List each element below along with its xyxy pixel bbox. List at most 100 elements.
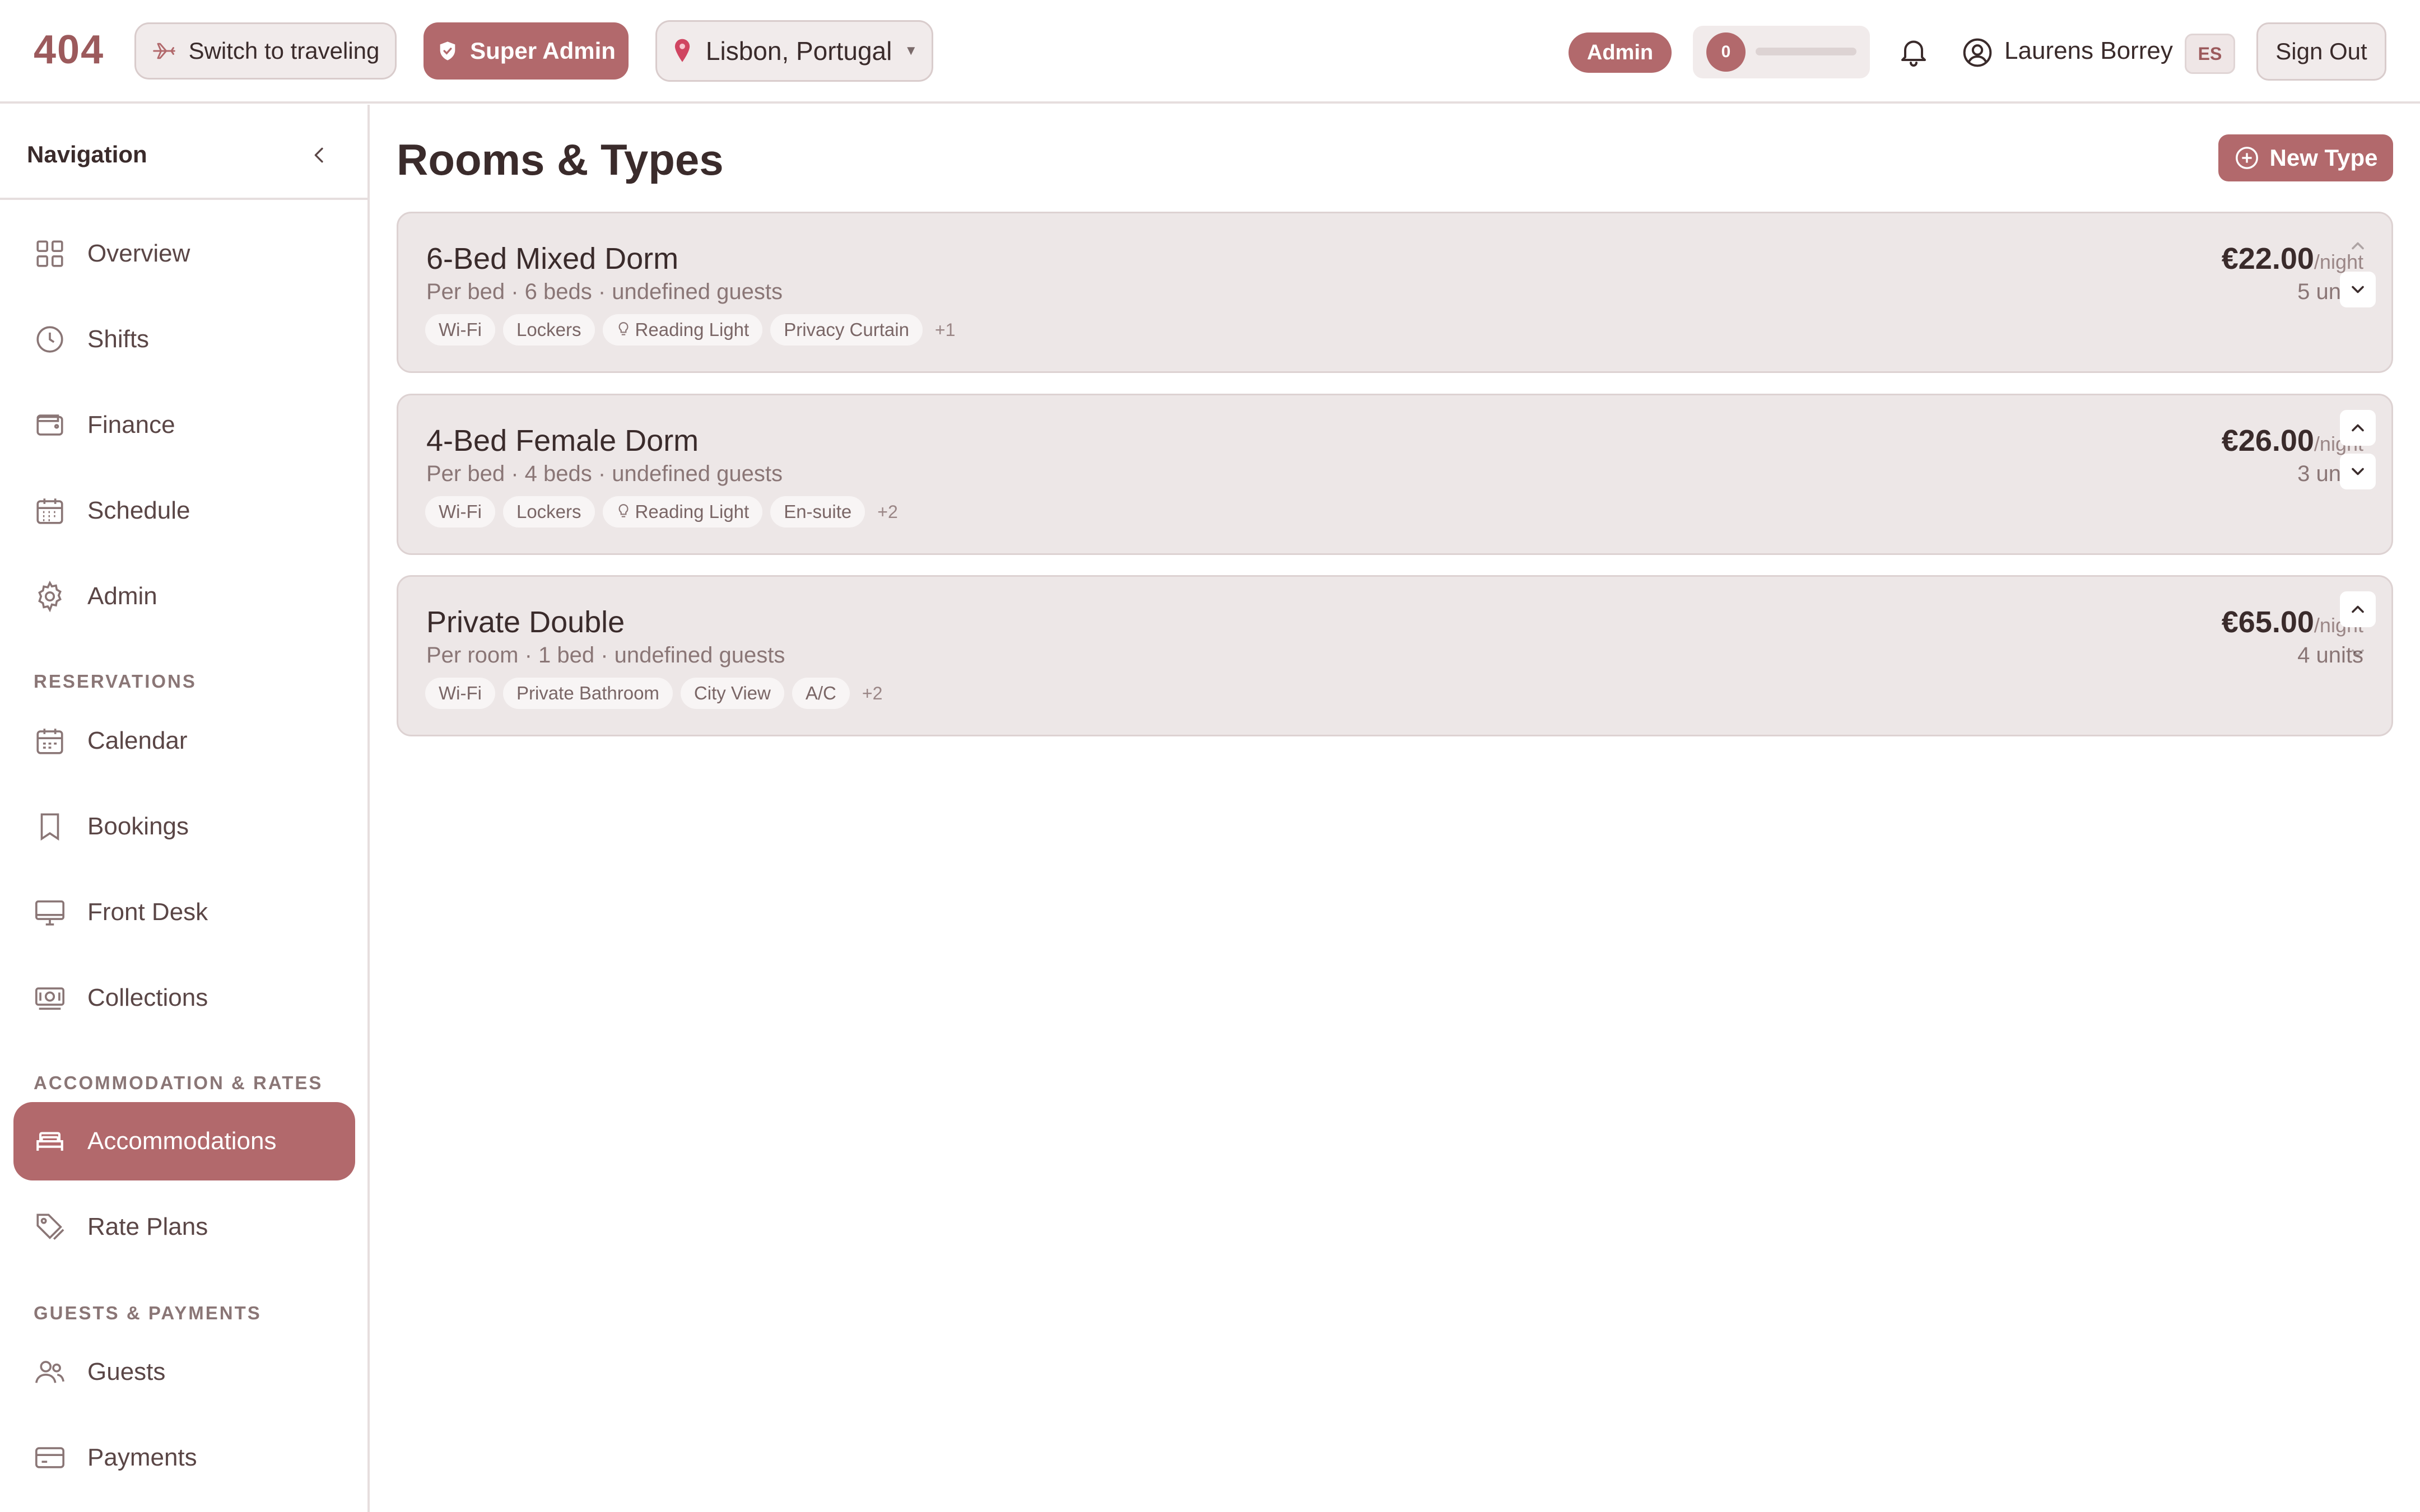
- app-logo[interactable]: 404: [34, 27, 104, 73]
- amenity-chip: A/C: [792, 678, 850, 709]
- chevron-up-icon: [2352, 424, 2364, 432]
- sidebar-item-front-desk[interactable]: Front Desk: [13, 873, 355, 951]
- room-details: Per bed · 4 beds · undefined guests: [426, 461, 783, 486]
- sidebar-item-label: Calendar: [87, 727, 188, 754]
- sidebar-item-label: Shifts: [87, 325, 150, 353]
- room-name: 6-Bed Mixed Dorm: [426, 242, 679, 276]
- move-up-button[interactable]: [2340, 591, 2376, 627]
- sidebar-item-rate-plans[interactable]: Rate Plans: [13, 1188, 355, 1266]
- user-name[interactable]: Laurens Borrey: [2004, 37, 2173, 65]
- sidebar-title: Navigation: [27, 141, 147, 167]
- switch-to-traveling-button[interactable]: Switch to traveling: [134, 22, 397, 80]
- chevron-down-icon: [2352, 468, 2364, 475]
- room-type-card[interactable]: 6-Bed Mixed Dorm Per bed · 6 beds · unde…: [397, 212, 2393, 373]
- sidebar-item-label: Guests: [87, 1358, 166, 1385]
- sidebar-item-bookings[interactable]: Bookings: [13, 787, 355, 866]
- sidebar-item-label: Rate Plans: [87, 1213, 208, 1240]
- chevron-up-icon: [2352, 242, 2364, 250]
- move-up-button[interactable]: [2340, 228, 2376, 264]
- room-details: Per room · 1 bed · undefined guests: [426, 643, 785, 668]
- user-circle-icon[interactable]: [1962, 37, 1993, 68]
- tag-icon: [34, 1211, 74, 1243]
- amenity-chip: Reading Light: [602, 496, 763, 528]
- sidebar-item-label: Schedule: [87, 497, 190, 524]
- sidebar-item-schedule[interactable]: Schedule: [13, 472, 355, 550]
- sidebar-item-calendar[interactable]: Calendar: [13, 702, 355, 780]
- sidebar-item-label: Finance: [87, 411, 175, 438]
- sidebar-item-payments[interactable]: Payments: [13, 1418, 355, 1497]
- chevron-left-icon[interactable]: [308, 142, 331, 168]
- sidebar-item-label: Accommodations: [87, 1127, 277, 1155]
- location-label: Lisbon, Portugal: [705, 36, 892, 66]
- banknote-icon: [34, 982, 74, 1014]
- sidebar-item-label: Payments: [87, 1444, 197, 1471]
- section-label-accommodation-rates: ACCOMMODATION & RATES: [34, 1072, 323, 1093]
- sign-out-button[interactable]: Sign Out: [2256, 22, 2386, 81]
- switch-to-traveling-label: Switch to traveling: [188, 38, 380, 64]
- super-admin-button[interactable]: Super Admin: [424, 22, 629, 80]
- sidebar-item-guests[interactable]: Guests: [13, 1333, 355, 1411]
- amenity-chip: Wi-Fi: [425, 678, 495, 709]
- clock-icon: [34, 323, 74, 356]
- plus-circle-icon: [2234, 145, 2260, 171]
- section-label-reservations: RESERVATIONS: [34, 671, 197, 692]
- language-toggle[interactable]: ES: [2185, 34, 2235, 74]
- location-selector[interactable]: Lisbon, Portugal ▼: [655, 20, 933, 82]
- amenity-chip: Private Bathroom: [502, 678, 673, 709]
- amenity-list: Wi-Fi Lockers Reading Light Privacy Curt…: [425, 314, 955, 346]
- calendar-grid-icon: [34, 494, 74, 527]
- sidebar-item-label: Front Desk: [87, 898, 208, 926]
- room-type-card[interactable]: 4-Bed Female Dorm Per bed · 4 beds · und…: [397, 394, 2393, 555]
- sidebar-item-finance[interactable]: Finance: [13, 386, 355, 464]
- chevron-down-icon: ▼: [904, 43, 918, 58]
- move-up-button[interactable]: [2340, 410, 2376, 446]
- lightbulb-icon: [618, 322, 628, 335]
- sidebar-item-overview[interactable]: Overview: [13, 214, 355, 293]
- sidebar-item-label: Admin: [87, 582, 157, 610]
- room-name: Private Double: [426, 605, 625, 639]
- sidebar-item-label: Overview: [87, 240, 190, 267]
- page-title: Rooms & Types: [397, 135, 724, 184]
- amenity-chip: Wi-Fi: [425, 314, 495, 346]
- section-label-guests-payments: GUESTS & PAYMENTS: [34, 1303, 262, 1323]
- amenity-chip: Lockers: [502, 496, 595, 528]
- amenity-chip: En-suite: [770, 496, 865, 528]
- amenity-chip: Privacy Curtain: [770, 314, 923, 346]
- sidebar-item-label: Collections: [87, 984, 208, 1011]
- room-name: 4-Bed Female Dorm: [426, 424, 699, 458]
- chevron-up-icon: [2352, 605, 2364, 613]
- amenity-label: Reading Light: [635, 501, 750, 522]
- amenity-list: Wi-Fi Lockers Reading Light En-suite +2: [425, 496, 898, 528]
- amenity-chip: Reading Light: [602, 314, 763, 346]
- credit-card-icon: [34, 1441, 74, 1474]
- chevron-down-icon: [2352, 649, 2364, 657]
- chevron-down-icon: [2352, 286, 2364, 293]
- sidebar-item-shifts[interactable]: Shifts: [13, 300, 355, 379]
- sidebar-item-accommodations[interactable]: Accommodations: [13, 1102, 355, 1180]
- move-down-button[interactable]: [2340, 635, 2376, 671]
- room-type-card[interactable]: Private Double Per room · 1 bed · undefi…: [397, 575, 2393, 736]
- location-pin-icon: [671, 38, 694, 64]
- amenity-list: Wi-Fi Private Bathroom City View A/C +2: [425, 678, 882, 709]
- sidebar-item-label: Bookings: [87, 813, 189, 840]
- grid-icon: [34, 237, 74, 270]
- price-value: €26.00: [2221, 424, 2314, 458]
- bell-icon[interactable]: [1897, 35, 1930, 68]
- new-type-label: New Type: [2269, 144, 2378, 171]
- super-admin-label: Super Admin: [470, 38, 616, 64]
- room-details: Per bed · 6 beds · undefined guests: [426, 279, 783, 304]
- amenity-chip: Wi-Fi: [425, 496, 495, 528]
- sidebar-item-admin[interactable]: Admin: [13, 557, 355, 636]
- move-down-button[interactable]: [2340, 454, 2376, 489]
- more-amenities-count: +1: [934, 319, 956, 340]
- plane-icon: [152, 39, 176, 63]
- move-down-button[interactable]: [2340, 272, 2376, 307]
- users-icon: [34, 1356, 74, 1388]
- new-type-button[interactable]: New Type: [2218, 134, 2393, 181]
- progress-bar: [1756, 48, 1856, 55]
- gear-icon: [34, 580, 74, 613]
- lightbulb-icon: [618, 504, 628, 517]
- sidebar-item-collections[interactable]: Collections: [13, 959, 355, 1037]
- admin-badge: Admin: [1569, 32, 1672, 73]
- amenity-chip: Lockers: [502, 314, 595, 346]
